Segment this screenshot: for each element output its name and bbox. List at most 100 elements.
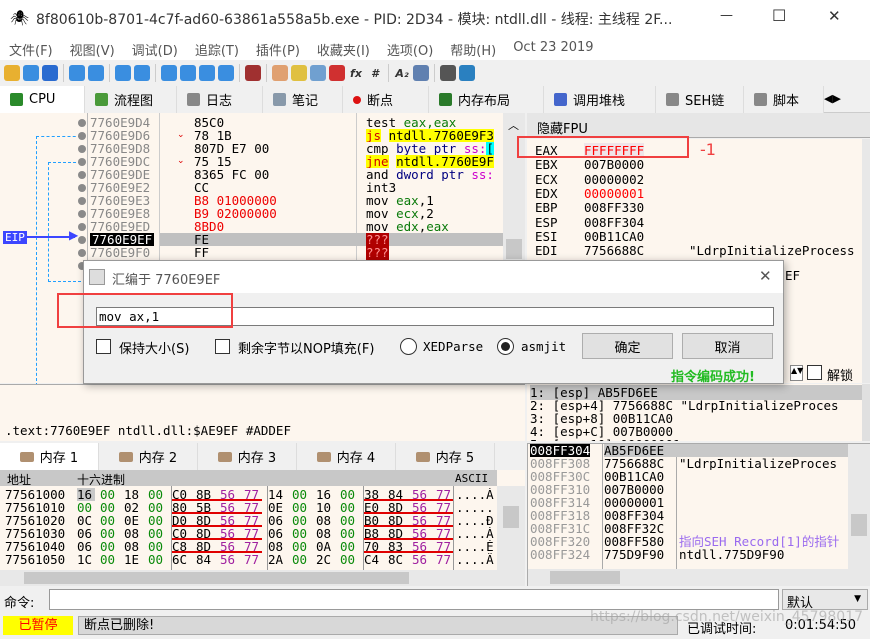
scroll-thumb[interactable]: [503, 506, 519, 528]
stack-value[interactable]: 775D9F90: [604, 548, 664, 561]
dump-byte[interactable]: 8C: [388, 553, 406, 566]
hash-icon[interactable]: #: [367, 65, 383, 81]
tab-script[interactable]: 脚本: [744, 86, 824, 113]
dump-address[interactable]: 77561050: [5, 553, 65, 566]
breakpoint-dot[interactable]: [78, 249, 86, 257]
dump-byte[interactable]: 77: [244, 553, 262, 566]
register-value[interactable]: 007B0000: [584, 157, 644, 172]
dump-byte[interactable]: 56: [220, 553, 238, 566]
stack-vscroll[interactable]: [848, 444, 870, 569]
register-value[interactable]: 008FF330: [584, 200, 644, 215]
scroll-thumb[interactable]: [506, 239, 522, 259]
scroll-up-icon[interactable]: ︿: [508, 117, 519, 133]
memory-tab-4[interactable]: 内存 4: [297, 443, 396, 470]
pause-icon[interactable]: [88, 65, 104, 81]
menu-item[interactable]: 插件(P): [247, 36, 308, 60]
breakpoint-dot[interactable]: [78, 119, 86, 127]
disasm-instruction[interactable]: mov edx,eax: [366, 220, 503, 233]
menu-item[interactable]: 选项(O): [378, 36, 441, 60]
asmjit-radio[interactable]: [497, 338, 514, 355]
globe-icon[interactable]: [459, 65, 475, 81]
xedparse-radio[interactable]: [400, 338, 417, 355]
args-scrollbar[interactable]: [862, 384, 870, 441]
dump-byte[interactable]: 2C: [316, 553, 334, 566]
trace-into-icon[interactable]: [161, 65, 177, 81]
dump-ascii[interactable]: ....Ä: [456, 553, 496, 566]
dump-hscroll[interactable]: [0, 570, 525, 586]
tab-scroll-button[interactable]: ◀▶: [824, 86, 844, 113]
memory-tab-2[interactable]: 内存 2: [99, 443, 198, 470]
ok-button[interactable]: 确定: [582, 333, 673, 359]
font-icon[interactable]: A₂: [394, 65, 410, 81]
tab-notes[interactable]: 笔记: [263, 86, 343, 113]
tab-tree[interactable]: 流程图: [85, 86, 177, 113]
menu-item[interactable]: 收藏夹(I): [308, 36, 378, 60]
menu-item[interactable]: 视图(V): [61, 36, 123, 60]
minimize-button[interactable]: —: [720, 8, 733, 23]
tab-call-stack[interactable]: 调用堆栈: [544, 86, 656, 113]
memory-tab-5[interactable]: 内存 5: [396, 443, 495, 470]
scroll-thumb[interactable]: [550, 571, 620, 584]
memory-tab-1[interactable]: 内存 1: [0, 443, 99, 470]
dump-byte[interactable]: C4: [364, 553, 382, 566]
dump-byte[interactable]: 1E: [124, 553, 142, 566]
device-icon[interactable]: [413, 65, 429, 81]
tab-seh[interactable]: SEH链: [656, 86, 744, 113]
scroll-thumb[interactable]: [851, 514, 867, 536]
dump-ascii[interactable]: ....À: [456, 527, 496, 540]
disasm-instruction[interactable]: ???: [366, 233, 503, 246]
dump-byte[interactable]: 00: [100, 553, 118, 566]
dump-byte[interactable]: 2A: [268, 553, 286, 566]
run-icon[interactable]: [69, 65, 85, 81]
hide-fpu-button[interactable]: 隐藏FPU: [527, 113, 870, 138]
label-icon[interactable]: [310, 65, 326, 81]
stack-address[interactable]: 008FF324: [530, 548, 590, 561]
restart-icon[interactable]: [23, 65, 39, 81]
breakpoint-dot[interactable]: [78, 223, 86, 231]
patch-icon[interactable]: [272, 65, 288, 81]
dump-vscroll[interactable]: [497, 486, 525, 570]
disasm-instruction[interactable]: ???: [366, 246, 503, 259]
comment-icon[interactable]: [291, 65, 307, 81]
unlock-stepper[interactable]: ▲▼: [790, 365, 803, 381]
breakpoint-dot[interactable]: [78, 158, 86, 166]
disasm-instruction[interactable]: jne ntdll.7760E9F: [366, 155, 503, 168]
scroll-thumb[interactable]: [24, 572, 409, 584]
disasm-instruction[interactable]: int3: [366, 181, 503, 194]
disasm-instruction[interactable]: test eax,eax: [366, 116, 503, 129]
disasm-instruction[interactable]: cmp byte ptr ss:[: [366, 142, 503, 155]
disasm-instruction[interactable]: and dword ptr ss:: [366, 168, 503, 181]
fill-nop-checkbox[interactable]: [215, 339, 230, 354]
breakpoint-dot[interactable]: [78, 197, 86, 205]
disasm-instruction[interactable]: mov eax,1: [366, 194, 503, 207]
breakpoint-dot[interactable]: [78, 132, 86, 140]
register-value[interactable]: 00000001: [584, 186, 644, 201]
dump-ascii[interactable]: ....Ð: [456, 514, 496, 527]
dump-byte[interactable]: 1C: [77, 553, 95, 566]
dump-byte[interactable]: 84: [196, 553, 214, 566]
dump-byte[interactable]: 00: [292, 553, 310, 566]
command-input[interactable]: [49, 589, 779, 610]
menu-item[interactable]: Oct 23 2019: [504, 36, 601, 60]
dump-byte[interactable]: 77: [436, 553, 454, 566]
breakpoint-dot[interactable]: [78, 145, 86, 153]
stack-arg[interactable]: 5: [esp+10] 00000001: [530, 437, 863, 441]
register-value[interactable]: 7756688C: [584, 243, 644, 258]
scylla-icon[interactable]: [245, 65, 261, 81]
memory-tab-3[interactable]: 内存 3: [198, 443, 297, 470]
stop-icon[interactable]: [42, 65, 58, 81]
run-to-user-code-icon[interactable]: [218, 65, 234, 81]
breakpoint-dot[interactable]: [78, 236, 86, 244]
menu-item[interactable]: 调试(D): [123, 36, 186, 60]
cancel-button[interactable]: 取消: [682, 333, 773, 359]
step-into-icon[interactable]: [115, 65, 131, 81]
maximize-button[interactable]: ☐: [772, 6, 786, 25]
command-mode-select[interactable]: 默认 ▼: [782, 589, 868, 611]
execute-till-return-icon[interactable]: [199, 65, 215, 81]
register-scrollbar[interactable]: [862, 139, 870, 383]
dump-byte[interactable]: 00: [148, 553, 166, 566]
menu-item[interactable]: 帮助(H): [441, 36, 504, 60]
menu-item[interactable]: 文件(F): [0, 36, 61, 60]
tab-memory-map[interactable]: 内存布局: [429, 86, 544, 113]
dump-ascii[interactable]: .....: [456, 501, 496, 514]
